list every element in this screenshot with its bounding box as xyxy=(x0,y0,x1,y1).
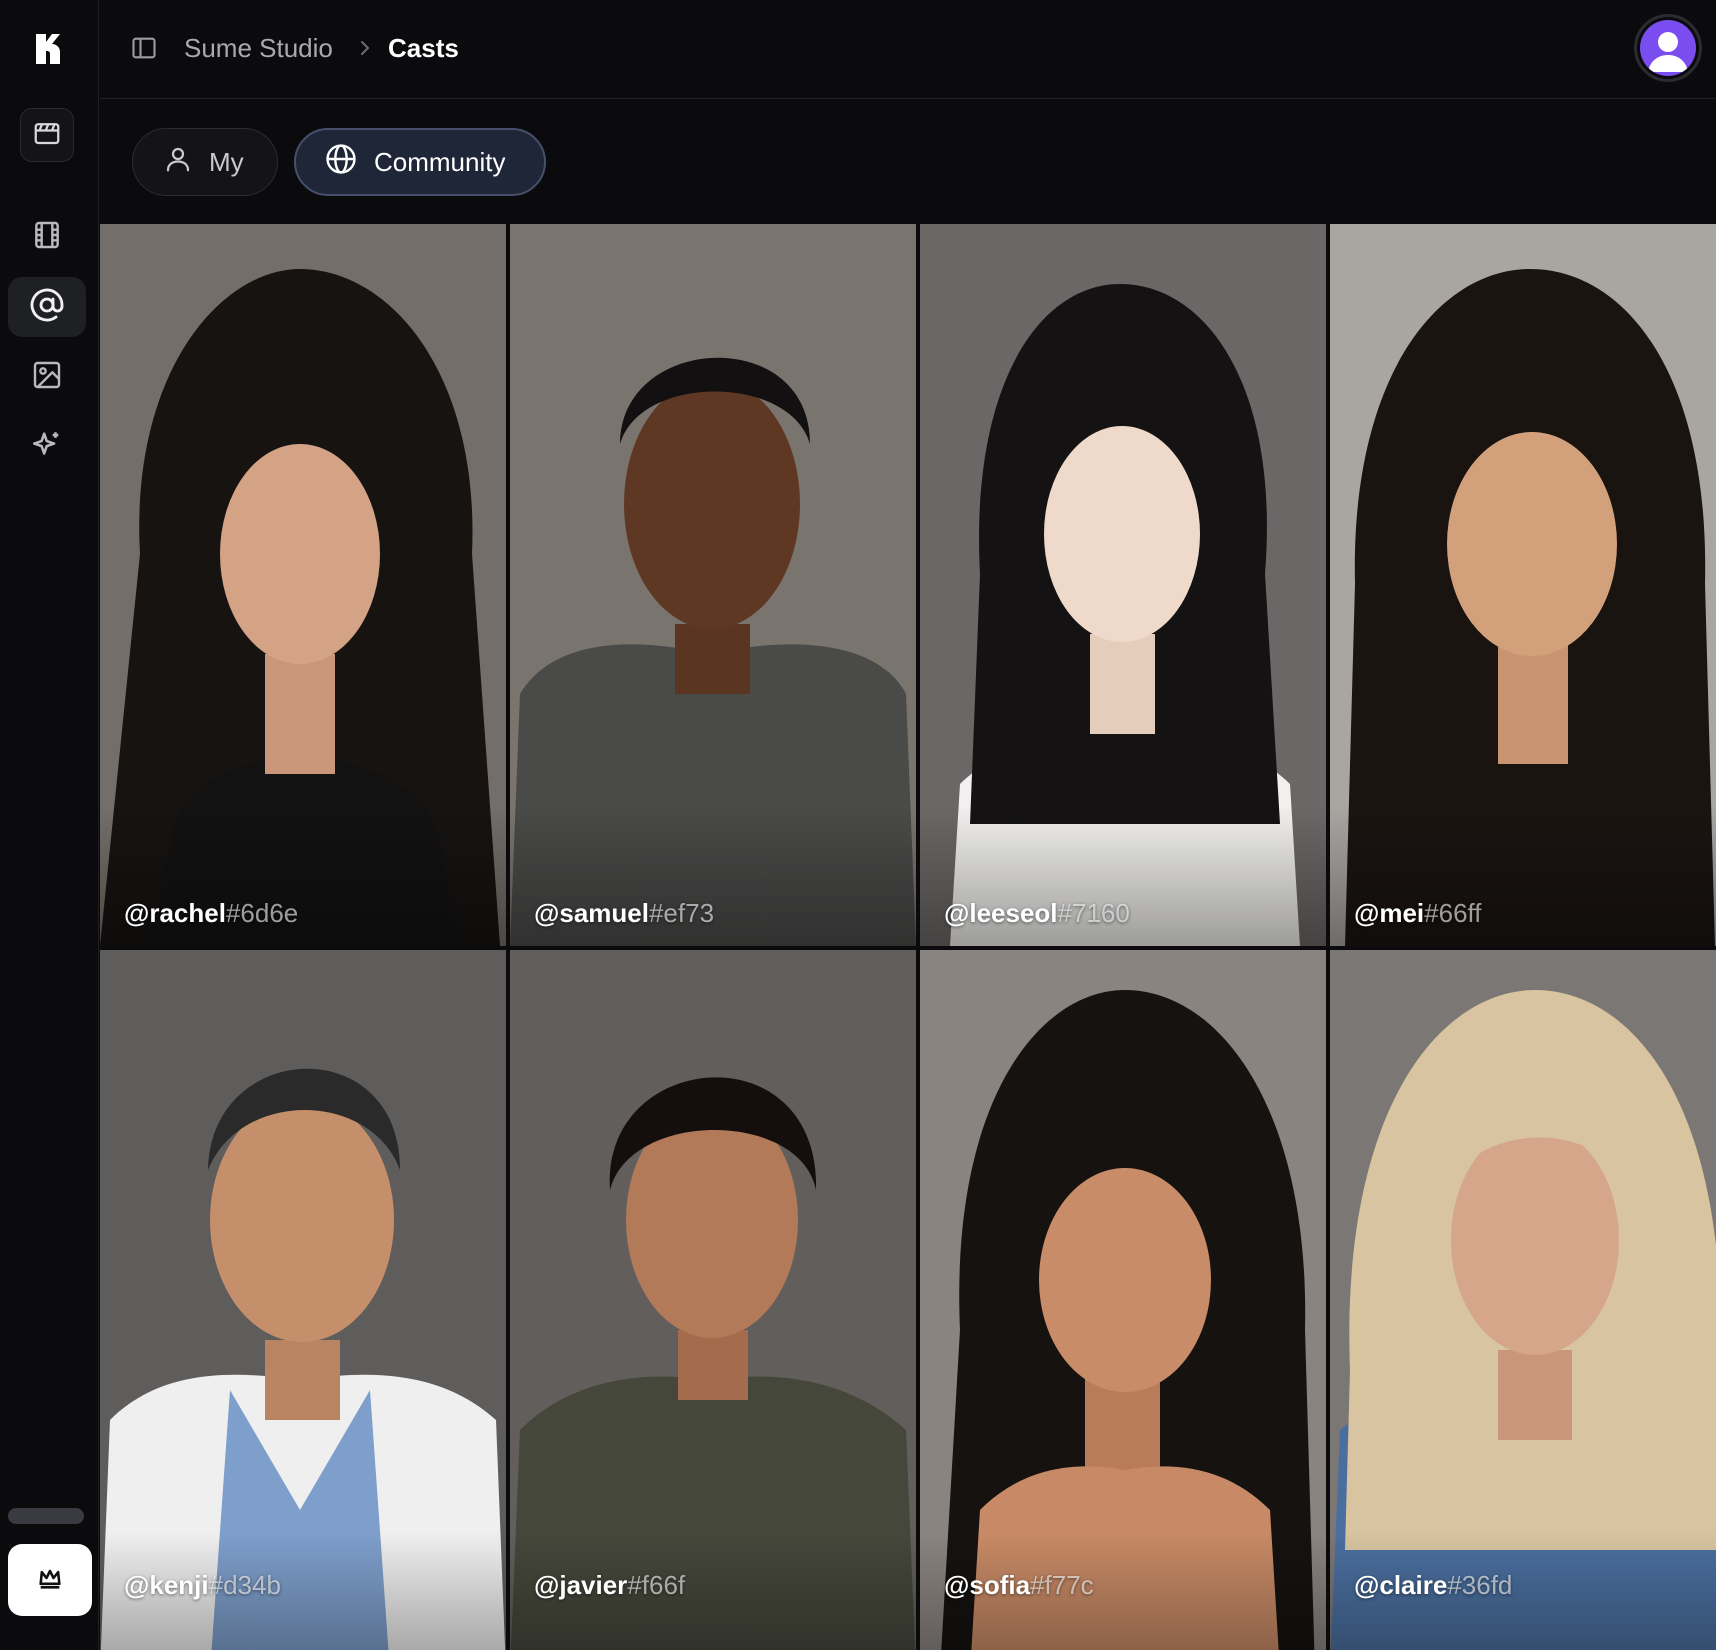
upgrade-button[interactable] xyxy=(8,1544,92,1616)
cast-handle: @sofia#f77c xyxy=(944,1570,1094,1600)
cast-name: @rachel xyxy=(124,898,226,928)
toggle-sidebar-icon[interactable] xyxy=(130,34,158,62)
sidebar-item-videos[interactable] xyxy=(8,207,86,267)
cast-handle: @leeseol#7160 xyxy=(944,898,1130,928)
cast-name: @mei xyxy=(1354,898,1425,928)
app-root: Sume Studio Casts My Community @rachel#6… xyxy=(0,0,1716,1650)
user-icon xyxy=(163,144,193,181)
cast-handle: @javier#f66f xyxy=(534,1570,685,1600)
cast-name: @samuel xyxy=(534,898,649,928)
cast-handle: @kenji#d34b xyxy=(124,1570,281,1600)
cast-id: #ef73 xyxy=(648,898,715,928)
cast-card-samuel[interactable]: @samuel#ef73 xyxy=(510,224,916,946)
cast-handle: @mei#66ff xyxy=(1354,898,1482,928)
tab-my[interactable]: My xyxy=(132,128,278,196)
tab-community[interactable]: Community xyxy=(294,128,546,196)
cast-id: #d34b xyxy=(208,1570,281,1600)
cast-name: @sofia xyxy=(944,1570,1031,1600)
user-avatar[interactable] xyxy=(1634,14,1702,82)
cast-id: #6d6e xyxy=(225,898,299,928)
globe-icon xyxy=(324,142,358,183)
cast-name: @claire xyxy=(1354,1570,1448,1600)
cast-name: @leeseol xyxy=(944,898,1058,928)
cast-id: #7160 xyxy=(1057,898,1130,928)
cast-name: @javier xyxy=(534,1570,628,1600)
cast-card-rachel[interactable]: @rachel#6d6e xyxy=(100,224,506,946)
cast-grid: @rachel#6d6e @samuel#ef73 @leeseol#7160 … xyxy=(100,224,1716,1650)
cast-card-kenji[interactable]: @kenji#d34b xyxy=(100,950,506,1650)
cast-id: #66ff xyxy=(1424,898,1482,928)
breadcrumb-studio[interactable]: Sume Studio xyxy=(184,32,333,64)
cast-card-sofia[interactable]: @sofia#f77c xyxy=(920,950,1326,1650)
tab-community-label: Community xyxy=(374,146,506,177)
sidebar-item-generate[interactable] xyxy=(8,417,86,477)
sidebar-scrollbar[interactable] xyxy=(8,1508,84,1524)
crown-icon xyxy=(36,1564,64,1597)
cast-id: #36fd xyxy=(1447,1570,1513,1600)
cast-id: #f77c xyxy=(1030,1570,1094,1600)
at-sign-icon xyxy=(29,287,65,328)
chevron-right-icon xyxy=(357,35,373,68)
top-bar: Sume Studio Casts xyxy=(100,0,1716,99)
cast-card-leeseol[interactable]: @leeseol#7160 xyxy=(920,224,1326,946)
user-avatar-icon xyxy=(1640,20,1696,76)
clapperboard-icon xyxy=(32,118,62,153)
sidebar-item-projects[interactable] xyxy=(20,108,74,162)
cast-id: #f66f xyxy=(627,1570,686,1600)
cast-card-javier[interactable]: @javier#f66f xyxy=(510,950,916,1650)
sidebar xyxy=(0,0,99,1650)
cast-handle: @claire#36fd xyxy=(1354,1570,1512,1600)
sidebar-item-images[interactable] xyxy=(8,347,86,407)
cast-name: @kenji xyxy=(124,1570,209,1600)
cast-handle: @rachel#6d6e xyxy=(124,898,298,928)
image-icon xyxy=(31,359,63,396)
breadcrumb-current: Casts xyxy=(388,33,459,63)
film-icon xyxy=(31,219,63,256)
cast-card-claire[interactable]: @claire#36fd xyxy=(1330,950,1716,1650)
cast-handle: @samuel#ef73 xyxy=(534,898,714,928)
cast-card-mei[interactable]: @mei#66ff xyxy=(1330,224,1716,946)
sidebar-item-casts[interactable] xyxy=(8,277,86,337)
tab-my-label: My xyxy=(209,146,244,177)
app-logo-icon[interactable] xyxy=(30,30,66,66)
sparkles-icon xyxy=(30,428,64,467)
